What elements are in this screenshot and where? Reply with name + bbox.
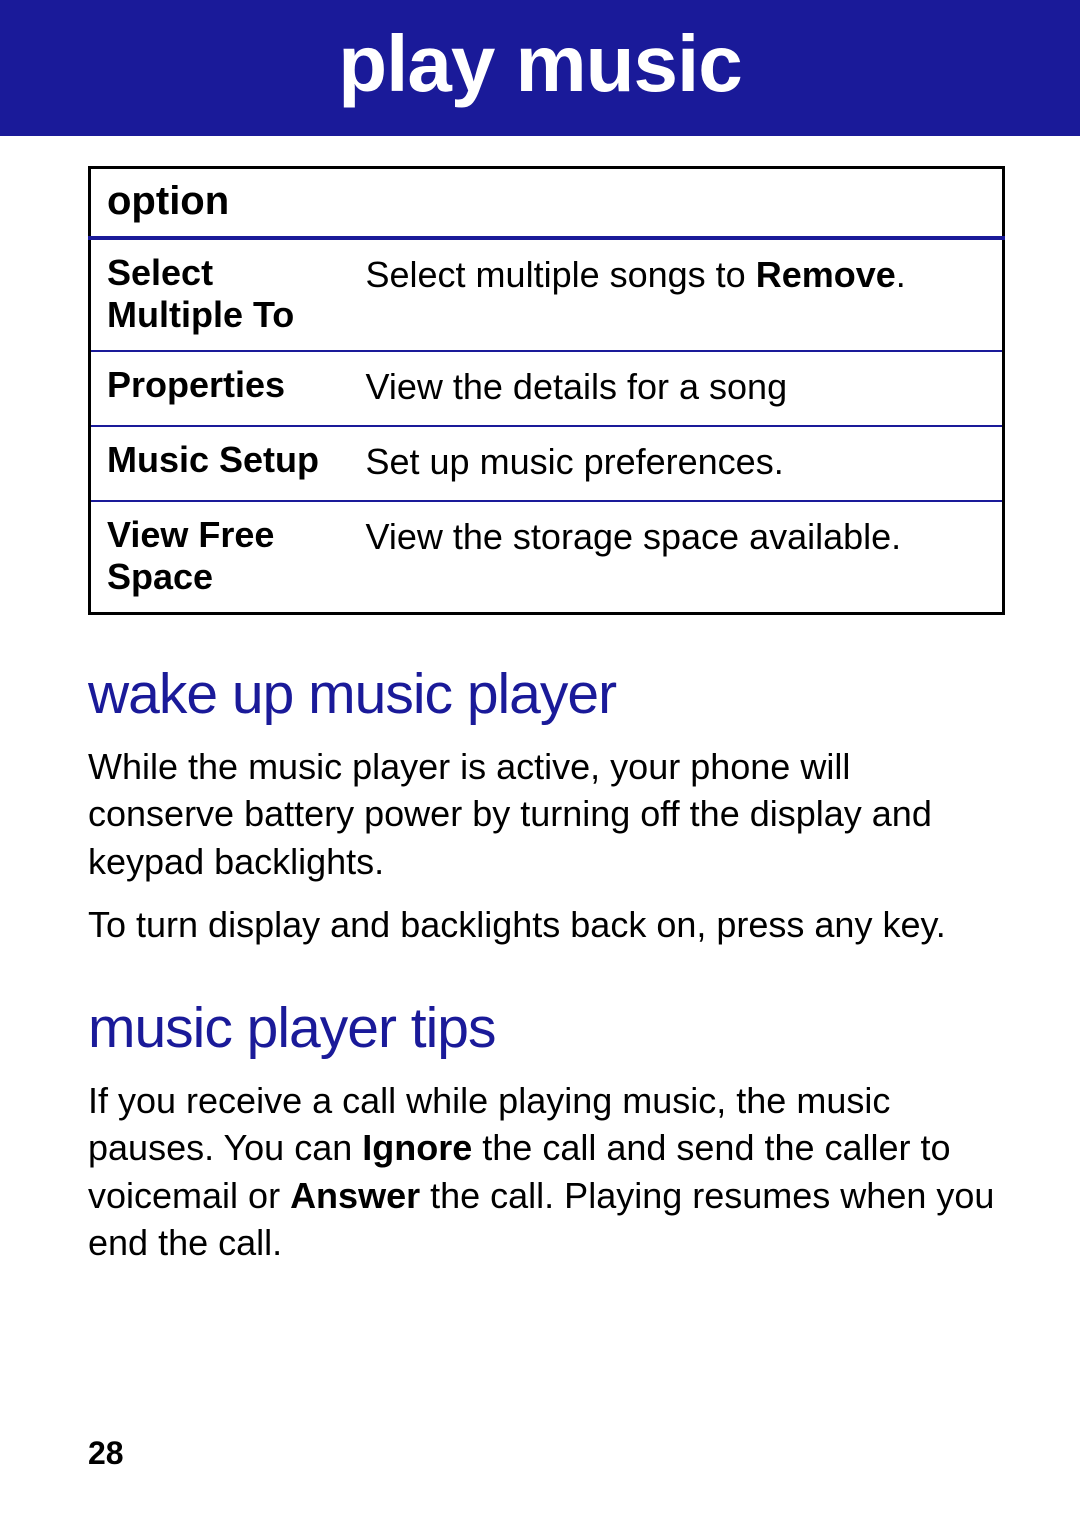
- page-number: 28: [88, 1435, 124, 1472]
- desc-text: View the storage space available.: [366, 516, 902, 557]
- table-row: View Free Space View the storage space a…: [90, 501, 1004, 614]
- options-table: option Select Multiple To Select multipl…: [88, 166, 1005, 615]
- body-paragraph: If you receive a call while playing musi…: [88, 1077, 1005, 1267]
- option-label: Select Multiple To: [90, 238, 350, 351]
- table-row: Properties View the details for a song: [90, 351, 1004, 426]
- option-desc: View the details for a song: [350, 351, 1004, 426]
- desc-bold: Remove: [756, 254, 896, 295]
- option-desc: View the storage space available.: [350, 501, 1004, 614]
- body-paragraph: To turn display and backlights back on, …: [88, 901, 1005, 949]
- page-content: option Select Multiple To Select multipl…: [0, 166, 1080, 1267]
- option-label: Properties: [90, 351, 350, 426]
- body-bold: Ignore: [362, 1127, 472, 1168]
- desc-text: .: [896, 254, 906, 295]
- body-paragraph: While the music player is active, your p…: [88, 743, 1005, 886]
- option-desc: Select multiple songs to Remove.: [350, 238, 1004, 351]
- table-header-option: option: [90, 168, 1004, 239]
- heading-wake-up: wake up music player: [88, 661, 1005, 727]
- body-bold: Answer: [290, 1175, 420, 1216]
- option-label: View Free Space: [90, 501, 350, 614]
- desc-text: Set up music preferences.: [366, 441, 784, 482]
- option-desc: Set up music preferences.: [350, 426, 1004, 501]
- table-header-row: option: [90, 168, 1004, 239]
- desc-text: Select multiple songs to: [366, 254, 756, 295]
- table-row: Music Setup Set up music preferences.: [90, 426, 1004, 501]
- desc-text: View the details for a song: [366, 366, 788, 407]
- heading-tips: music player tips: [88, 995, 1005, 1061]
- page-title: play music: [338, 19, 742, 108]
- table-row: Select Multiple To Select multiple songs…: [90, 238, 1004, 351]
- option-label: Music Setup: [90, 426, 350, 501]
- page-header: play music: [0, 0, 1080, 136]
